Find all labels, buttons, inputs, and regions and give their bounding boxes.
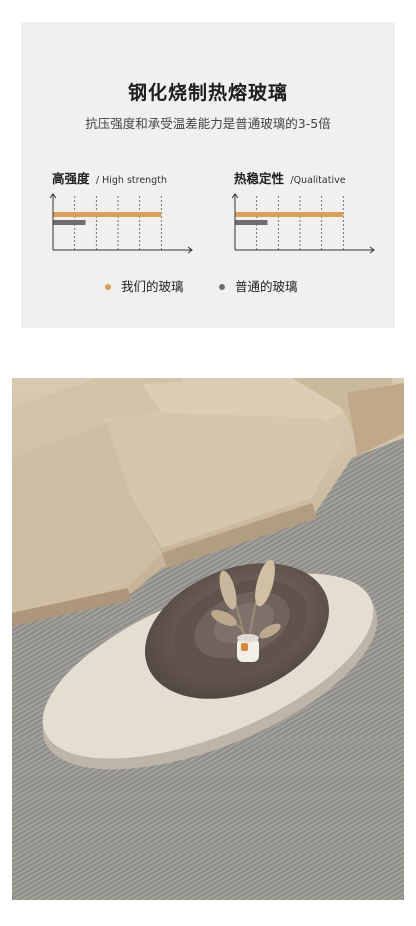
bar-normal — [53, 220, 86, 225]
legend-normal: 普通的玻璃 — [219, 276, 298, 295]
subheadline: 抗压强度和承受温差能力是普通玻璃的3-5倍 — [85, 116, 331, 131]
thermal-chart-title: 热稳定性 /Qualitative — [234, 168, 384, 187]
strength-chart-panel: 高强度 / High strength — [49, 168, 202, 268]
legend-normal-dot — [219, 283, 225, 290]
strength-chart-title: 高强度 / High strength — [52, 168, 202, 187]
thermal-chart — [231, 193, 375, 254]
bar-normal — [235, 220, 268, 225]
coffee-table-scene — [12, 378, 404, 900]
bar-ours — [235, 212, 344, 217]
thermal-chart-panel: 热稳定性 /Qualitative — [231, 168, 384, 268]
thermal-title-cn: 热稳定性 — [234, 171, 285, 186]
strength-title-en: / High strength — [95, 175, 167, 186]
strength-chart — [49, 193, 193, 254]
product-photo — [12, 378, 404, 900]
legend-ours: 我们的玻璃 — [105, 276, 184, 295]
legend-ours-label: 我们的玻璃 — [121, 279, 184, 294]
bar-ours — [53, 212, 162, 217]
legend-normal-label: 普通的玻璃 — [235, 279, 298, 294]
thermal-title-en: /Qualitative — [290, 175, 346, 186]
headline: 钢化烧制热熔玻璃 — [127, 82, 288, 104]
glass-feature-card: 钢化烧制热熔玻璃 抗压强度和承受温差能力是普通玻璃的3-5倍 高强度 / Hig… — [21, 22, 395, 328]
legend-ours-dot — [105, 283, 111, 290]
strength-title-cn: 高强度 — [52, 171, 90, 186]
